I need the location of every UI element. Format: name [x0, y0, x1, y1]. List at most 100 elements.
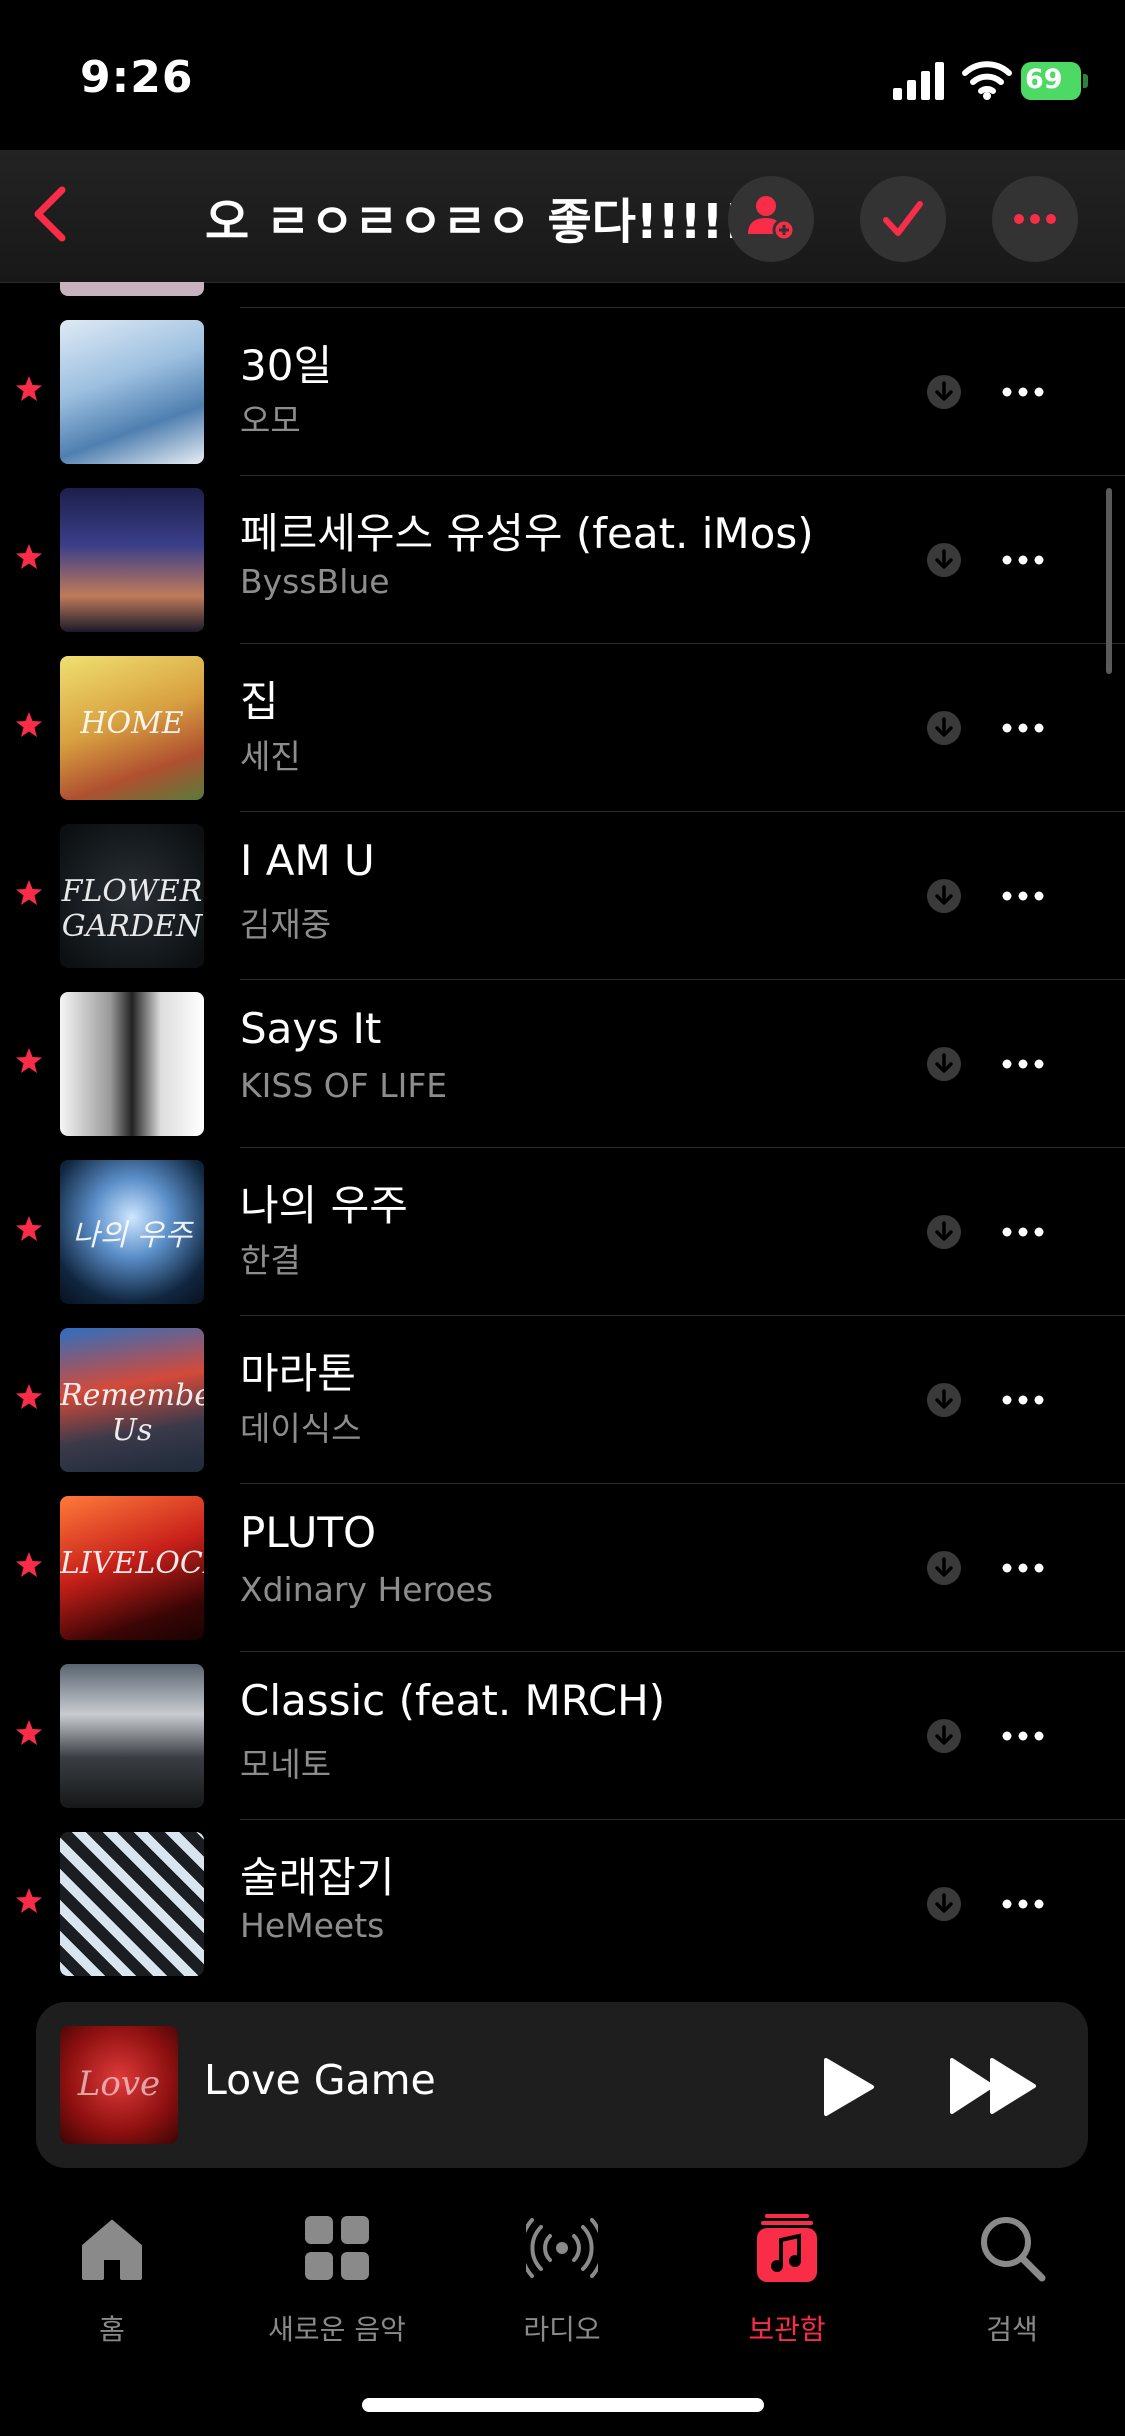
tab-bar: 홈 새로운 음악 라디오 보관함 검색: [0, 2168, 1125, 2436]
mini-player[interactable]: Love Love Game: [36, 2002, 1088, 2168]
status-bar: 9:26 69: [0, 0, 1125, 150]
download-icon[interactable]: [926, 1886, 962, 1922]
song-row[interactable]: 페르세우스 유성우 (feat. iMos) ByssBlue: [0, 476, 1125, 644]
song-more-icon[interactable]: [998, 1046, 1048, 1082]
song-more-icon[interactable]: [998, 1886, 1048, 1922]
done-button[interactable]: [860, 176, 946, 262]
song-row[interactable]: HOME 집세진: [0, 644, 1125, 812]
song-artist: 김재중: [240, 905, 332, 944]
song-artist: 한결: [240, 1241, 301, 1280]
favorite-star-icon: [16, 1216, 42, 1241]
tab-search[interactable]: 검색: [912, 2212, 1112, 2352]
song-more-icon[interactable]: [998, 1214, 1048, 1250]
song-title: 나의 우주: [240, 1181, 408, 1230]
album-artwork: [60, 488, 204, 632]
song-row[interactable]: Classic (feat. MRCH) 모네토: [0, 1652, 1125, 1820]
ellipsis-icon: [1014, 214, 1056, 224]
song-row[interactable]: Says It KISS OF LIFE: [0, 980, 1125, 1148]
download-icon[interactable]: [926, 1718, 962, 1754]
album-artwork: HOME: [60, 656, 204, 800]
download-icon[interactable]: [926, 878, 962, 914]
tab-home-label: 홈: [99, 2313, 125, 2346]
radio-icon: [526, 2218, 598, 2278]
song-row[interactable]: 나의 우주 나의 우주 한결: [0, 1148, 1125, 1316]
song-artist: Xdinary Heroes: [240, 1570, 494, 1609]
album-artwork: 나의 우주: [60, 1160, 204, 1304]
song-artist: 모네토: [240, 1745, 332, 1784]
add-collaborator-button[interactable]: [728, 176, 814, 262]
album-artwork: [60, 1664, 204, 1808]
tab-search-label: 검색: [986, 2313, 1038, 2346]
library-icon: [757, 2214, 817, 2282]
favorite-star-icon: [16, 1888, 42, 1913]
cellular-signal-icon: [893, 62, 944, 100]
favorite-star-icon: [16, 712, 42, 737]
song-artist: 데이식스: [240, 1409, 362, 1448]
more-options-button[interactable]: [992, 176, 1078, 262]
favorite-star-icon: [16, 1552, 42, 1577]
download-icon[interactable]: [926, 1550, 962, 1586]
song-row[interactable]: LIVELOCK PLUTO Xdinary Heroes: [0, 1484, 1125, 1652]
song-artist: ByssBlue: [240, 562, 390, 601]
search-icon: [981, 2217, 1046, 2282]
song-artist: 세진: [240, 737, 301, 776]
song-more-icon[interactable]: [998, 1550, 1048, 1586]
wifi-icon: [962, 61, 1012, 100]
album-artwork-text: HOME: [80, 706, 184, 741]
checkmark-icon: [883, 201, 923, 236]
album-artwork: [60, 992, 204, 1136]
song-title: 페르세우스 유성우 (feat. iMos): [240, 509, 814, 558]
scrollbar[interactable]: [1106, 488, 1112, 674]
tab-home[interactable]: 홈: [12, 2212, 212, 2352]
play-icon[interactable]: [814, 2054, 880, 2120]
song-title: 술래잡기: [240, 1853, 395, 1902]
song-more-icon[interactable]: [998, 710, 1048, 746]
favorite-star-icon: [16, 376, 42, 401]
tab-new-music[interactable]: 새로운 음악: [237, 2212, 437, 2352]
song-title: 30일: [240, 341, 333, 390]
playlist-header: 오 ㄹㅇㄹㅇㄹㅇ 좋다!!!!!: [0, 150, 1125, 283]
song-list[interactable]: 30일 오모페르세우스 유성우 (feat. iMos) ByssBlue HOME 집…: [0, 282, 1125, 1982]
download-icon[interactable]: [926, 1382, 962, 1418]
song-row[interactable]: Remember Us 마라톤데이식스: [0, 1316, 1125, 1484]
tab-library-label: 보관함: [748, 2313, 826, 2346]
now-playing-artwork-text: Love: [77, 2064, 161, 2104]
album-artwork: Remember Us: [60, 1328, 204, 1472]
tab-library[interactable]: 보관함: [687, 2212, 887, 2352]
album-artwork: [60, 320, 204, 464]
favorite-star-icon: [16, 1048, 42, 1073]
download-icon[interactable]: [926, 542, 962, 578]
favorite-star-icon: [16, 1384, 42, 1409]
download-icon[interactable]: [926, 1046, 962, 1082]
song-title: 집: [240, 677, 279, 726]
song-more-icon[interactable]: [998, 374, 1048, 410]
download-icon[interactable]: [926, 1214, 962, 1250]
favorite-star-icon: [16, 880, 42, 905]
album-artwork-text: 나의 우주: [72, 1218, 192, 1253]
download-icon[interactable]: [926, 710, 962, 746]
song-more-icon[interactable]: [998, 542, 1048, 578]
now-playing-title: Love Game: [204, 2056, 436, 2104]
favorite-star-icon: [16, 544, 42, 569]
tab-radio-label: 라디오: [523, 2313, 601, 2346]
home-indicator: [362, 2398, 764, 2412]
song-row[interactable]: 30일 오모: [0, 308, 1125, 476]
download-icon[interactable]: [926, 374, 962, 410]
song-row[interactable]: 술래잡기 HeMeets: [0, 1820, 1125, 1982]
song-more-icon[interactable]: [998, 1718, 1048, 1754]
song-more-icon[interactable]: [998, 1382, 1048, 1418]
person-add-icon: [748, 196, 796, 242]
song-more-icon[interactable]: [998, 878, 1048, 914]
tab-new-music-label: 새로운 음악: [268, 2313, 406, 2346]
app-screen: 9:26 69 오 ㄹㅇㄹㅇㄹㅇ 좋다!!!!! 30일 오모 페르세우스 유성…: [0, 0, 1125, 2436]
favorite-star-icon: [16, 1720, 42, 1745]
song-row[interactable]: FLOWER GARDEN I AM U 김재중: [0, 812, 1125, 980]
back-chevron-icon[interactable]: [22, 178, 82, 250]
album-artwork: FLOWER GARDEN: [60, 824, 204, 968]
fast-forward-icon[interactable]: [946, 2054, 1042, 2118]
song-title: PLUTO: [240, 1508, 377, 1557]
now-playing-artwork: Love: [60, 2026, 178, 2144]
album-artwork: LIVELOCK: [60, 1496, 204, 1640]
previous-album-art: [60, 282, 204, 296]
tab-radio[interactable]: 라디오: [462, 2212, 662, 2352]
